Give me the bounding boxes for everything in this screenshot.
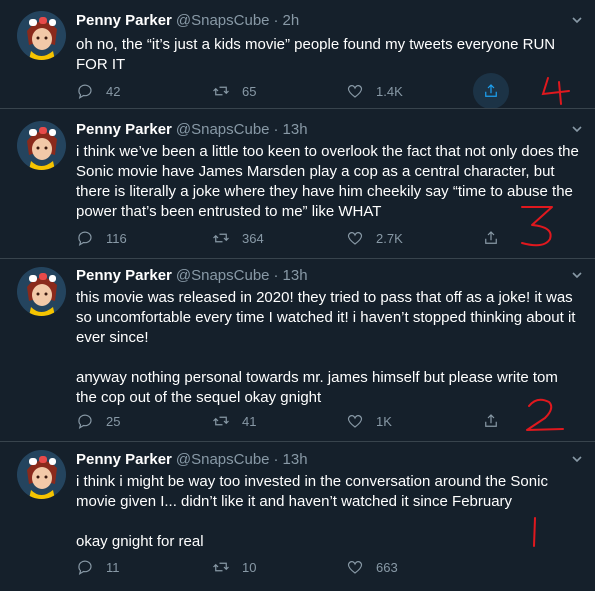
handle[interactable]: @SnapsCube [176,12,270,29]
reply-icon [78,231,92,247]
handle[interactable]: @SnapsCube [176,267,270,284]
like-button[interactable]: 663 [346,555,398,579]
heart-icon [347,561,363,574]
retweet-button[interactable]: 65 [212,79,256,103]
tweet-text: this movie was released in 2020! they tr… [76,289,576,406]
retweet-button[interactable]: 10 [212,555,256,579]
reply-count: 11 [106,559,120,575]
annotation-3 [521,206,553,247]
reply-button[interactable]: 116 [76,226,127,250]
tweet-4[interactable]: Penny Parker @SnapsCube · 13h i think i mig… [0,442,595,591]
reply-button[interactable]: 11 [76,555,120,579]
retweet-button[interactable]: 364 [212,226,264,250]
tweet-text: i think i might be way too invested in t… [76,473,548,550]
reply-icon [78,84,92,100]
share-icon [485,414,497,427]
retweet-icon [213,416,229,426]
tweet-3[interactable]: Penny Parker @SnapsCube · 13h this movie wa… [0,259,595,441]
timestamp[interactable]: 13h [283,267,308,284]
avatar-illustration [17,450,66,499]
avatar-illustration [17,121,66,170]
like-button[interactable]: 2.7K [346,226,403,250]
retweet-icon [213,233,229,243]
tweet-header: Penny Parker @SnapsCube · 2h [76,12,299,29]
separator: · [273,267,279,284]
avatar[interactable] [17,121,66,170]
like-button[interactable]: 1K [346,409,392,433]
heart-icon [347,415,363,428]
reply-icon [78,414,92,430]
reply-count: 116 [106,230,127,246]
tweet-2[interactable]: Penny Parker @SnapsCube · 13h i think we’ve… [0,109,595,258]
avatar-illustration [17,267,66,316]
share-button[interactable] [482,226,512,250]
reply-count: 25 [106,413,121,429]
display-name[interactable]: Penny Parker [76,121,172,138]
reply-icon [78,560,92,576]
share-button[interactable] [482,79,512,103]
avatar[interactable] [17,11,66,60]
tweet-header: Penny Parker @SnapsCube · 13h [76,121,308,138]
retweet-count: 364 [242,230,264,246]
tweet-header: Penny Parker @SnapsCube · 13h [76,267,308,284]
avatar[interactable] [17,267,66,316]
chevron-down-icon[interactable] [571,123,583,135]
retweet-count: 10 [242,559,257,575]
avatar-illustration [17,11,66,60]
share-icon [485,84,497,97]
tweet-actions: 11 10 663 [76,555,506,579]
retweet-icon [213,86,229,96]
retweet-button[interactable]: 41 [212,409,256,433]
reply-count: 42 [106,83,121,99]
annotation-1 [533,517,536,547]
heart-icon [347,85,363,98]
chevron-down-icon[interactable] [571,453,583,465]
share-button[interactable] [482,409,512,433]
like-count: 1.4K [376,83,403,99]
retweet-count: 41 [242,413,257,429]
timestamp[interactable]: 13h [283,451,308,468]
tweet-actions: 25 41 1K [76,409,506,433]
heart-icon [347,232,363,245]
tweet-1[interactable]: Penny Parker @SnapsCube · 2h oh no, the “it… [0,0,595,109]
timestamp[interactable]: 2h [283,12,300,29]
like-count: 2.7K [376,230,403,246]
separator: · [273,12,279,29]
handle[interactable]: @SnapsCube [176,121,270,138]
display-name[interactable]: Penny Parker [76,267,172,284]
like-count: 1K [376,413,392,429]
tweet-header: Penny Parker @SnapsCube · 13h [76,451,308,468]
share-icon [485,231,497,244]
separator: · [273,121,279,138]
reply-button[interactable]: 42 [76,79,120,103]
timestamp[interactable]: 13h [283,121,308,138]
display-name[interactable]: Penny Parker [76,12,172,29]
display-name[interactable]: Penny Parker [76,451,172,468]
like-button[interactable]: 1.4K [346,79,403,103]
retweet-icon [213,562,229,572]
tweet-actions: 116 364 2.7K [76,226,506,250]
avatar[interactable] [17,450,66,499]
tweet-actions: 42 65 1.4K [76,73,509,109]
retweet-count: 65 [242,83,257,99]
chevron-down-icon[interactable] [571,269,583,281]
tweet-text: oh no, the “it’s just a kids movie” peop… [76,36,560,73]
chevron-down-icon[interactable] [571,14,583,26]
like-count: 663 [376,559,398,575]
separator: · [273,451,279,468]
annotation-4 [541,77,570,105]
reply-button[interactable]: 25 [76,409,120,433]
handle[interactable]: @SnapsCube [176,451,270,468]
annotation-2 [526,398,564,431]
tweet-text: i think we’ve been a little too keen to … [76,143,583,220]
